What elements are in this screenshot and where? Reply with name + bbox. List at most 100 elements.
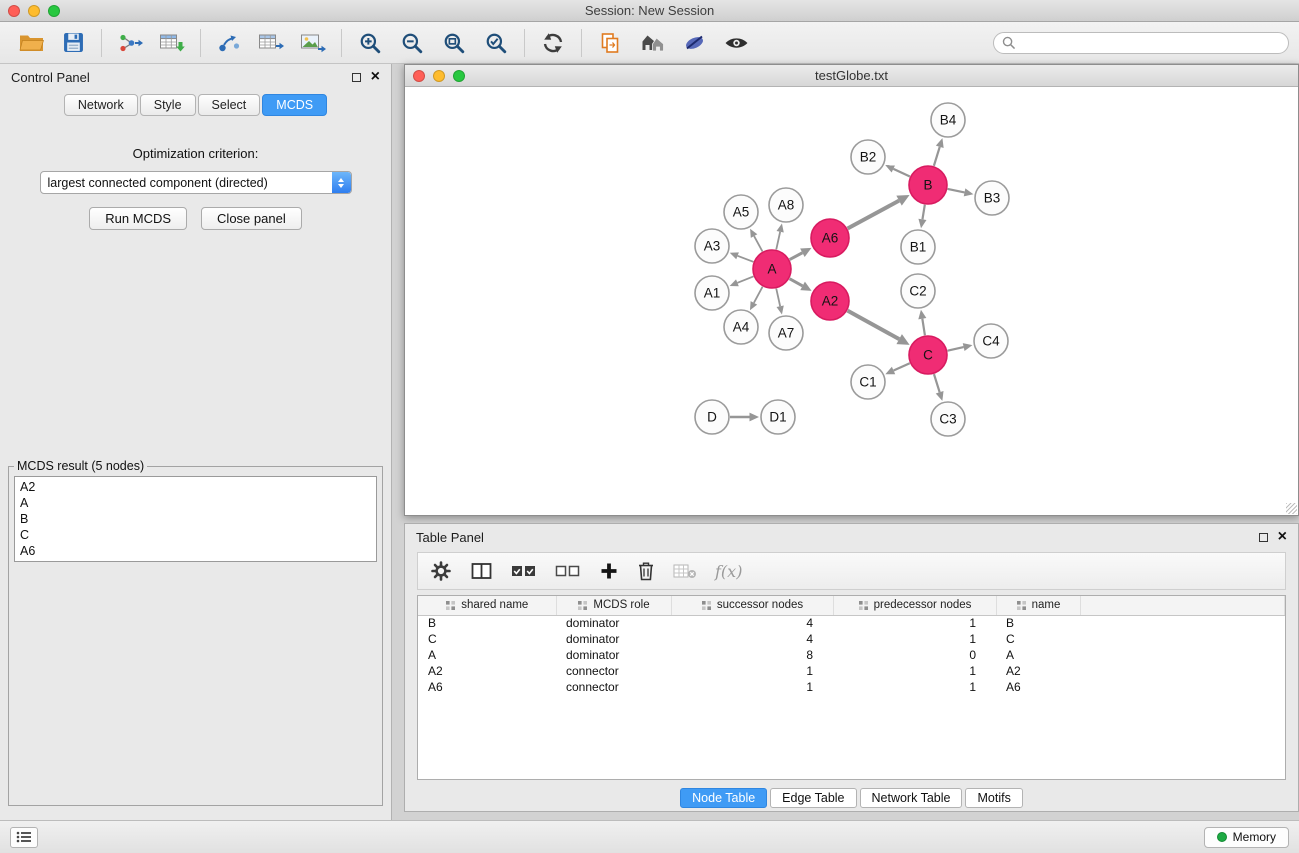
graph-node-B3[interactable]: B3 [975, 181, 1009, 215]
memory-button[interactable]: Memory [1204, 827, 1289, 848]
delete-column-button[interactable] [637, 556, 655, 586]
close-panel-button[interactable]: Close panel [201, 207, 302, 230]
graph-node-C[interactable]: C [909, 336, 947, 374]
table-row[interactable]: A2connector11A2 [418, 663, 1285, 679]
graph-edge-A-A6[interactable] [790, 253, 803, 260]
graph-node-C4[interactable]: C4 [974, 324, 1008, 358]
tab-edge-table[interactable]: Edge Table [770, 788, 856, 808]
tab-node-table[interactable]: Node Table [680, 788, 767, 808]
graph-node-B2[interactable]: B2 [851, 140, 885, 174]
close-network-button[interactable] [413, 70, 425, 82]
copy-style-button[interactable] [589, 26, 631, 60]
show-graphics-button[interactable] [715, 26, 757, 60]
graph-node-C3[interactable]: C3 [931, 402, 965, 436]
graph-edge-B-B2[interactable] [893, 169, 909, 177]
column-header-successor-nodes[interactable]: successor nodes [671, 596, 833, 615]
optimization-criterion-select[interactable]: largest connected component (directed) [40, 171, 352, 194]
graph-edge-A-A2[interactable] [790, 279, 803, 286]
column-header-predecessor-nodes[interactable]: predecessor nodes [833, 596, 996, 615]
minimize-network-button[interactable] [433, 70, 445, 82]
task-history-button[interactable] [10, 827, 38, 848]
mcds-result-list[interactable]: A2ABCA6 [14, 476, 377, 562]
tab-network[interactable]: Network [64, 94, 138, 116]
search-input[interactable] [1020, 36, 1280, 50]
table-row[interactable]: Adominator80A [418, 647, 1285, 663]
zoom-network-button[interactable] [453, 70, 465, 82]
export-image-button[interactable] [292, 26, 334, 60]
show-all-networks-button[interactable] [631, 26, 673, 60]
table-row[interactable]: Bdominator41B [418, 615, 1285, 631]
mcds-result-item[interactable]: C [20, 527, 371, 543]
graph-edge-C-C3[interactable] [934, 374, 940, 392]
graph-node-B[interactable]: B [909, 166, 947, 204]
graph-edge-A6-B[interactable] [848, 201, 899, 229]
graph-edge-C-C4[interactable] [948, 347, 964, 351]
resize-grip[interactable] [1286, 503, 1297, 514]
clear-table-button[interactable] [673, 556, 697, 586]
tab-mcds[interactable]: MCDS [262, 94, 327, 116]
float-table-panel-icon[interactable] [1259, 533, 1268, 542]
export-network-button[interactable] [208, 26, 250, 60]
graph-node-A6[interactable]: A6 [811, 219, 849, 257]
deselect-all-rows-button[interactable] [555, 556, 581, 586]
apply-layout-button[interactable] [532, 26, 574, 60]
tab-select[interactable]: Select [198, 94, 261, 116]
graph-edge-A2-C[interactable] [848, 311, 900, 339]
save-session-button[interactable] [52, 26, 94, 60]
graph-edge-B-B1[interactable] [922, 205, 924, 220]
tab-network-table[interactable]: Network Table [860, 788, 963, 808]
graph-edge-A-A4[interactable] [754, 287, 763, 303]
graph-node-A2[interactable]: A2 [811, 282, 849, 320]
zoom-fit-button[interactable] [433, 26, 475, 60]
float-panel-icon[interactable] [352, 73, 361, 82]
graph-edge-C-C2[interactable] [922, 319, 925, 336]
graph-edge-B-B3[interactable] [948, 189, 965, 192]
graph-node-A3[interactable]: A3 [695, 229, 729, 263]
graph-node-A5[interactable]: A5 [724, 195, 758, 229]
graph-node-D[interactable]: D [695, 400, 729, 434]
close-panel-icon[interactable]: × [371, 69, 380, 85]
graph-node-A[interactable]: A [753, 250, 791, 288]
graph-node-A1[interactable]: A1 [695, 276, 729, 310]
graph-node-A7[interactable]: A7 [769, 316, 803, 350]
graph-edge-A-A3[interactable] [738, 256, 754, 262]
column-header-shared-name[interactable]: shared name [418, 596, 556, 615]
mcds-result-item[interactable]: A6 [20, 543, 371, 559]
export-table-button[interactable] [250, 26, 292, 60]
table-row[interactable]: Cdominator41C [418, 631, 1285, 647]
graph-edge-C-C1[interactable] [894, 363, 910, 370]
column-header-name[interactable]: name [996, 596, 1080, 615]
graph-node-A8[interactable]: A8 [769, 188, 803, 222]
graph-edge-B-B4[interactable] [934, 147, 940, 166]
graph-edge-A-A5[interactable] [754, 236, 762, 251]
import-table-button[interactable] [151, 26, 193, 60]
graph-node-B4[interactable]: B4 [931, 103, 965, 137]
minimize-window-button[interactable] [28, 5, 40, 17]
graph-edge-A-A7[interactable] [776, 289, 780, 307]
zoom-in-button[interactable] [349, 26, 391, 60]
zoom-selected-button[interactable] [475, 26, 517, 60]
mcds-result-item[interactable]: A [20, 495, 371, 511]
graph-node-C2[interactable]: C2 [901, 274, 935, 308]
mcds-result-item[interactable]: B [20, 511, 371, 527]
zoom-out-button[interactable] [391, 26, 433, 60]
fullscreen-window-button[interactable] [48, 5, 60, 17]
close-window-button[interactable] [8, 5, 20, 17]
hide-details-button[interactable] [673, 26, 715, 60]
table-row[interactable]: A6connector11A6 [418, 679, 1285, 695]
table-settings-button[interactable] [430, 556, 452, 586]
graph-node-D1[interactable]: D1 [761, 400, 795, 434]
import-network-button[interactable] [109, 26, 151, 60]
tab-style[interactable]: Style [140, 94, 196, 116]
toolbar-search[interactable] [993, 32, 1289, 54]
node-table-container[interactable]: shared name MCDS role successor nodes pr… [417, 595, 1286, 780]
graph-node-C1[interactable]: C1 [851, 365, 885, 399]
show-columns-button[interactable] [470, 556, 493, 586]
network-window-titlebar[interactable]: testGlobe.txt [405, 65, 1298, 87]
run-mcds-button[interactable]: Run MCDS [89, 207, 187, 230]
function-builder-button[interactable]: f(x) [715, 556, 742, 586]
close-table-panel-icon[interactable]: × [1278, 529, 1287, 545]
column-header-MCDS-role[interactable]: MCDS role [556, 596, 671, 615]
tab-motifs[interactable]: Motifs [965, 788, 1022, 808]
mcds-result-item[interactable]: A2 [20, 479, 371, 495]
